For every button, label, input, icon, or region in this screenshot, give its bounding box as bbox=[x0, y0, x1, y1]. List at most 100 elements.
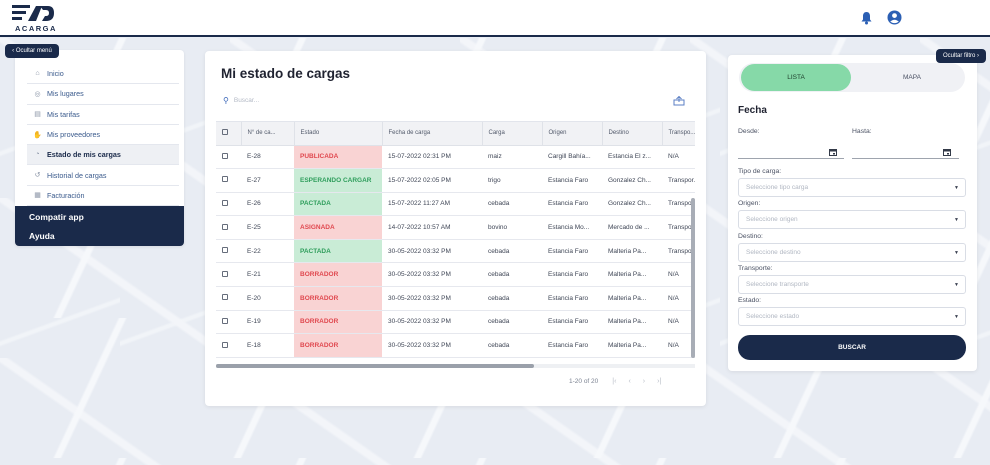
cell-id: E-22 bbox=[241, 239, 294, 264]
sidebar-item-facturacion[interactable]: ▦ Facturación bbox=[27, 186, 179, 207]
cell-carga: cebada bbox=[482, 286, 542, 311]
search-icon: ⚲ bbox=[223, 96, 229, 105]
sidebar-menu: ⌂ Inicio ◎ Mis lugares ▤ Mis tarifas ✋ M… bbox=[15, 50, 184, 246]
cell-destino: Gonzalez Ch... bbox=[602, 168, 662, 193]
prev-page-icon[interactable]: ‹ bbox=[628, 378, 630, 385]
cell-carga: trigo bbox=[482, 168, 542, 193]
cell-origen: Estancia Faro bbox=[542, 286, 602, 311]
status-badge: ASIGNADA bbox=[294, 215, 382, 240]
table-row[interactable]: E-28 PUBLICADA 15-07-2022 02:31 PM maiz … bbox=[216, 145, 695, 170]
row-checkbox[interactable] bbox=[216, 215, 241, 240]
destino-select[interactable]: Seleccione destino ▼ bbox=[738, 243, 966, 262]
column-header-estado[interactable]: Estado bbox=[294, 122, 383, 146]
invoice-icon: ▦ bbox=[34, 192, 41, 200]
cell-carga: cebada bbox=[482, 310, 542, 335]
row-checkbox[interactable] bbox=[216, 192, 241, 217]
status-badge: BORRADOR bbox=[294, 310, 382, 335]
cell-origen: Estancia Faro bbox=[542, 310, 602, 335]
table-row[interactable]: E-26 PACTADA 15-07-2022 11:27 AM cebada … bbox=[216, 192, 695, 217]
search-button[interactable]: BUSCAR bbox=[738, 335, 966, 360]
acarga-logo[interactable]: ACARGA bbox=[12, 4, 58, 34]
to-date-input[interactable] bbox=[852, 158, 959, 159]
column-header-origen[interactable]: Origen bbox=[542, 122, 603, 146]
dropdown-caret-icon: ▼ bbox=[954, 282, 959, 288]
row-checkbox[interactable] bbox=[216, 286, 241, 311]
last-page-icon[interactable]: ›| bbox=[657, 378, 661, 385]
cell-id: E-27 bbox=[241, 168, 294, 193]
first-page-icon[interactable]: |‹ bbox=[612, 378, 616, 385]
row-checkbox[interactable] bbox=[216, 239, 241, 264]
user-circle-icon[interactable] bbox=[887, 10, 902, 25]
row-checkbox[interactable] bbox=[216, 262, 241, 288]
estado-select[interactable]: Seleccione estado ▼ bbox=[738, 307, 966, 326]
package-icon: ◔ bbox=[35, 151, 40, 159]
sidebar-item-mis-proveedores[interactable]: ✋ Mis proveedores bbox=[27, 125, 179, 146]
tipo-carga-select[interactable]: Seleccione tipo carga ▼ bbox=[738, 178, 966, 197]
table-row[interactable]: E-22 PACTADA 30-05-2022 03:32 PM cebada … bbox=[216, 239, 695, 264]
sidebar-item-inicio[interactable]: ⌂ Inicio bbox=[27, 64, 179, 85]
calendar-icon[interactable] bbox=[829, 148, 837, 156]
origen-placeholder: Seleccione origen bbox=[746, 216, 798, 223]
next-page-icon[interactable]: › bbox=[643, 378, 645, 385]
tab-lista[interactable]: LISTA bbox=[741, 64, 851, 91]
help-link[interactable]: Ayuda bbox=[29, 231, 55, 241]
transporte-label: Transporte: bbox=[738, 265, 773, 272]
table-row[interactable]: E-18 BORRADOR 30-05-2022 03:32 PM cebada… bbox=[216, 333, 695, 358]
row-checkbox[interactable] bbox=[216, 168, 241, 193]
hide-menu-button[interactable]: ‹ Ocultar menú bbox=[5, 44, 59, 58]
table-row[interactable]: E-19 BORRADOR 30-05-2022 03:32 PM cebada… bbox=[216, 310, 695, 335]
cell-carga: cebada bbox=[482, 333, 542, 358]
sidebar-item-historial[interactable]: ↺ Historial de cargas bbox=[27, 165, 179, 186]
vertical-scrollbar[interactable] bbox=[691, 198, 695, 358]
cell-fecha: 30-05-2022 03:32 PM bbox=[382, 333, 482, 358]
status-badge: PACTADA bbox=[294, 192, 382, 217]
table-row[interactable]: E-25 ASIGNADA 14-07-2022 10:57 AM bovino… bbox=[216, 215, 695, 240]
cell-fecha: 15-07-2022 11:27 AM bbox=[382, 192, 482, 217]
sidebar-item-estado-cargas[interactable]: ◔ Estado de mis cargas bbox=[27, 145, 179, 166]
status-badge: PACTADA bbox=[294, 239, 382, 264]
column-header-id[interactable]: N° de ca... bbox=[241, 122, 295, 146]
select-all-checkbox[interactable] bbox=[216, 122, 242, 146]
to-label: Hasta: bbox=[852, 128, 872, 135]
column-header-fecha[interactable]: Fecha de carga bbox=[382, 122, 483, 146]
cell-origen: Estancia Faro bbox=[542, 333, 602, 358]
cell-origen: Cargill Bahía... bbox=[542, 145, 602, 170]
cell-id: E-19 bbox=[241, 310, 294, 335]
cell-origen: Estancia Faro bbox=[542, 262, 602, 288]
table-row[interactable]: E-20 BORRADOR 30-05-2022 03:32 PM cebada… bbox=[216, 286, 695, 311]
column-header-carga[interactable]: Carga bbox=[482, 122, 543, 146]
tipo-carga-placeholder: Seleccione tipo carga bbox=[746, 184, 809, 191]
status-badge: ESPERANDO CARGAR bbox=[294, 168, 382, 193]
row-checkbox[interactable] bbox=[216, 310, 241, 335]
origen-select[interactable]: Seleccione origen ▼ bbox=[738, 210, 966, 229]
hide-filter-button[interactable]: Ocultar filtro › bbox=[936, 49, 986, 63]
table-row[interactable]: E-27 ESPERANDO CARGAR 15-07-2022 02:05 P… bbox=[216, 168, 695, 193]
home-icon: ⌂ bbox=[35, 70, 40, 78]
bell-icon[interactable] bbox=[860, 11, 873, 25]
status-badge: PUBLICADA bbox=[294, 145, 382, 170]
transporte-select[interactable]: Seleccione transporte ▼ bbox=[738, 275, 966, 294]
top-header: ACARGA bbox=[0, 0, 990, 37]
sidebar-item-mis-lugares[interactable]: ◎ Mis lugares bbox=[27, 84, 179, 105]
from-date-input[interactable] bbox=[738, 158, 844, 159]
export-icon[interactable] bbox=[673, 96, 685, 106]
cell-transporte: N/A bbox=[662, 145, 695, 170]
sidebar-item-mis-tarifas[interactable]: ▤ Mis tarifas bbox=[27, 105, 179, 125]
row-checkbox[interactable] bbox=[216, 145, 241, 170]
cell-carga: cebada bbox=[482, 239, 542, 264]
column-header-transporte[interactable]: Transpo... bbox=[662, 122, 695, 146]
tab-mapa[interactable]: MAPA bbox=[857, 64, 967, 91]
pagination-range: 1-20 of 20 bbox=[569, 378, 599, 385]
share-app-link[interactable]: Compatir app bbox=[29, 212, 84, 222]
cell-fecha: 15-07-2022 02:31 PM bbox=[382, 145, 482, 170]
row-checkbox[interactable] bbox=[216, 333, 241, 358]
column-header-destino[interactable]: Destino bbox=[602, 122, 663, 146]
search-input[interactable]: ⚲ Buscar... bbox=[223, 96, 259, 105]
horizontal-scrollbar[interactable] bbox=[216, 364, 534, 368]
sidebar-item-label: Mis tarifas bbox=[47, 109, 80, 119]
horizontal-scrollbar-track bbox=[216, 364, 695, 368]
table-row[interactable]: E-21 BORRADOR 30-05-2022 03:32 PM cebada… bbox=[216, 262, 695, 288]
destino-label: Destino: bbox=[738, 233, 763, 240]
cell-transporte: Transpor... bbox=[662, 168, 695, 193]
calendar-icon[interactable] bbox=[943, 148, 951, 156]
